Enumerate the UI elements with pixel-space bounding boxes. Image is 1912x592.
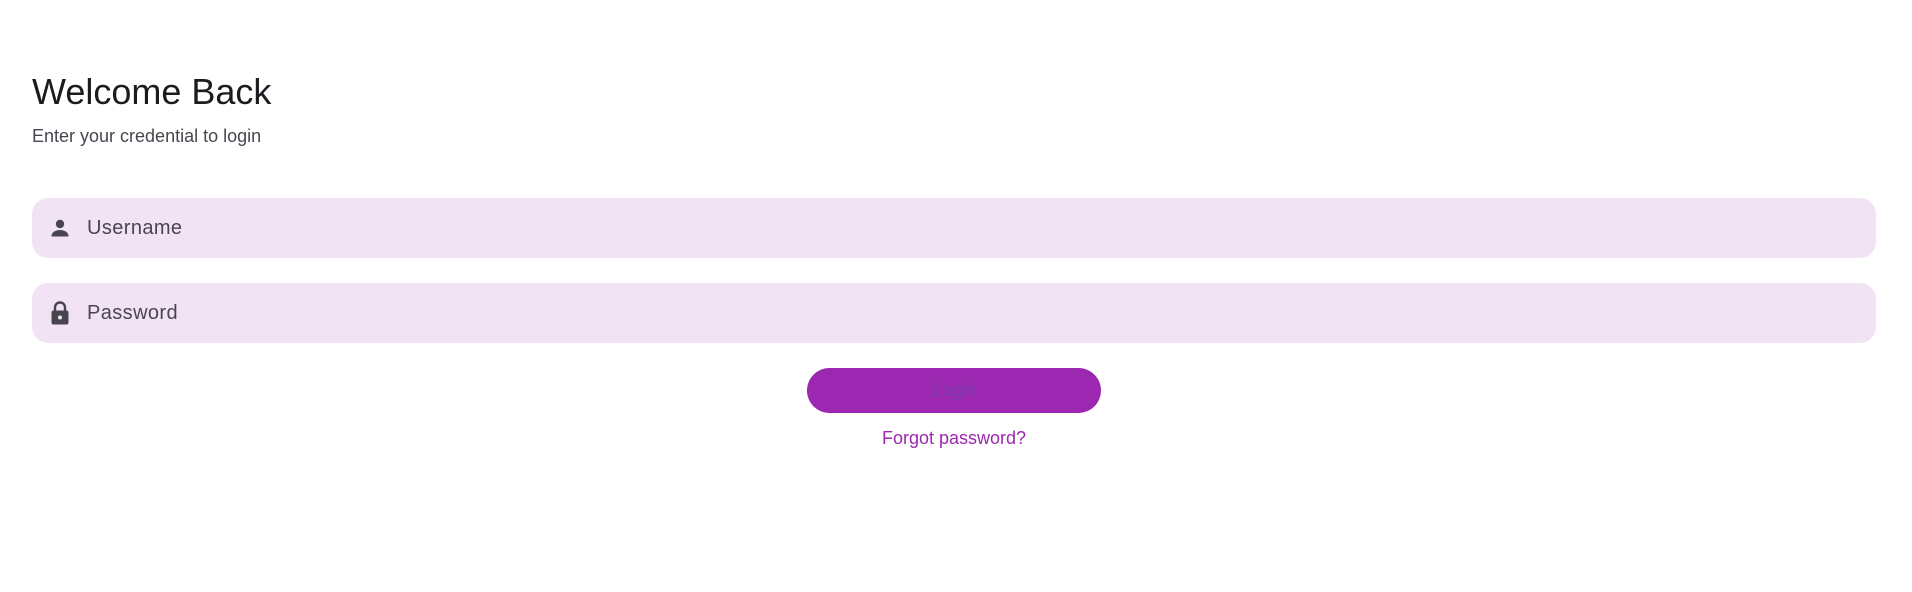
password-input[interactable] [87,293,1787,333]
page-subtitle: Enter your credential to login [32,126,262,146]
username-field[interactable] [32,198,1876,258]
password-field[interactable] [32,283,1876,343]
page-title: Welcome Back [32,71,272,112]
lock-icon [44,297,76,329]
username-input[interactable] [87,208,1787,248]
login-page: Welcome Back Enter your credential to lo… [0,0,1912,592]
person-icon [44,212,76,244]
login-button[interactable]: Login [807,368,1101,413]
forgot-password-link[interactable]: Forgot password? [807,426,1101,450]
